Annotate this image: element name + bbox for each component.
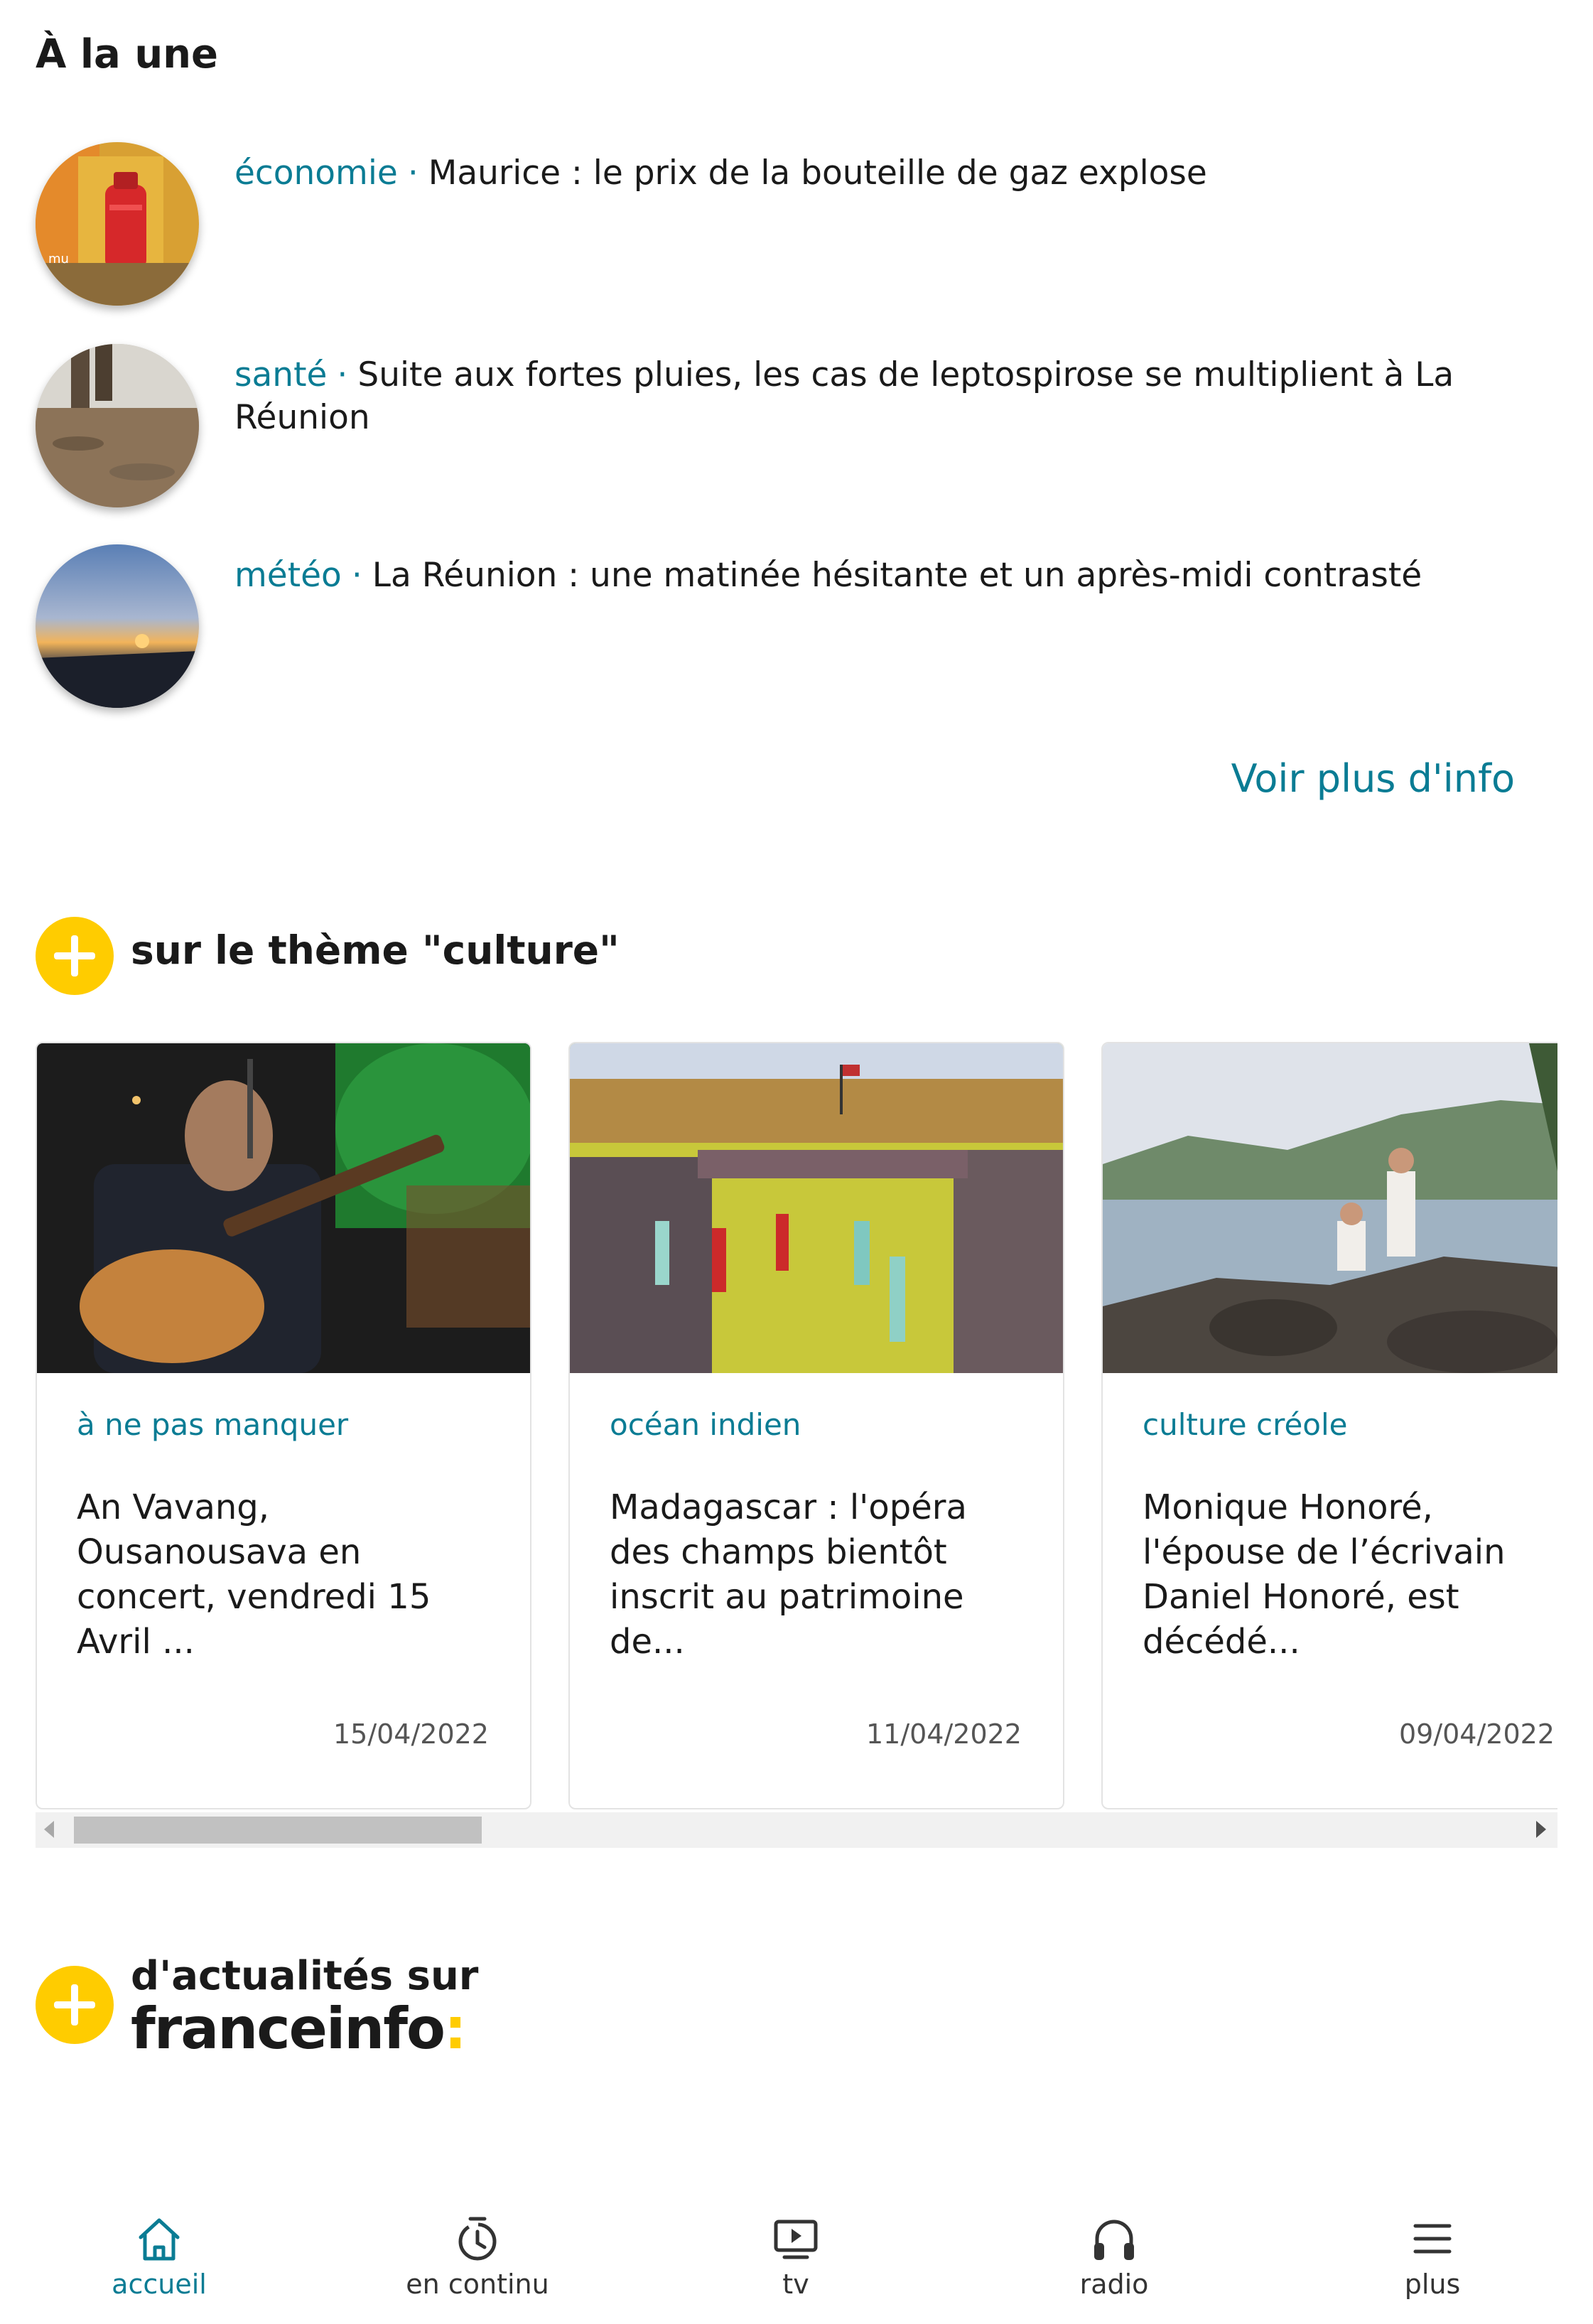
card-image-seaside-couple[interactable] [1103, 1043, 1557, 1373]
culture-carousel[interactable]: à ne pas manquer An Vavang, Ousanousava … [36, 1042, 1557, 1809]
article-headline-row[interactable]: santé · Suite aux fortes pluies, les cas d… [234, 354, 1478, 439]
tv-play-icon [774, 2220, 818, 2259]
nav-label: plus [1404, 2269, 1461, 2300]
home-icon [139, 2218, 180, 2261]
article-card[interactable]: océan indien Madagascar : l'opéra des ch… [568, 1042, 1064, 1809]
nav-item-accueil[interactable]: accueil [53, 2189, 266, 2324]
nav-label: tv [782, 2269, 809, 2300]
bottom-navigation: accueil en continu tv radio plus [0, 2189, 1593, 2324]
article-category[interactable]: santé [234, 355, 327, 394]
nav-label: radio [1079, 2269, 1149, 2300]
separator-dot: · [351, 556, 362, 595]
nav-item-plus[interactable]: plus [1326, 2189, 1539, 2324]
section-title-culture: sur le thème "culture" [131, 927, 620, 973]
carousel-scrollbar[interactable] [36, 1812, 1557, 1848]
card-image-madagascar-dance[interactable] [570, 1043, 1063, 1373]
card-title[interactable]: An Vavang, Ousanousava en concert, vendr… [77, 1485, 496, 1664]
article-thumbnail-gas-bottle[interactable]: mu [36, 142, 199, 306]
scroll-left-arrow-icon[interactable] [44, 1821, 54, 1838]
card-category[interactable]: culture créole [1143, 1407, 1347, 1442]
plus-icon [36, 917, 114, 995]
card-category[interactable]: à ne pas manquer [77, 1407, 348, 1442]
article-headline-row[interactable]: économie · Maurice : le prix de la bouteil… [234, 152, 1478, 195]
svg-text:mu: mu [48, 252, 69, 267]
nav-item-en-continu[interactable]: en continu [371, 2189, 584, 2324]
article-headline-row[interactable]: météo · La Réunion : une matinée hésitante… [234, 554, 1478, 597]
article-thumbnail-sunset[interactable] [36, 544, 199, 708]
voir-plus-link[interactable]: Voir plus d'info [1231, 756, 1515, 801]
list-item[interactable]: mu économie · Maurice : le prix de la bout… [36, 142, 1528, 313]
timer-icon [458, 2217, 497, 2261]
headphones-icon [1094, 2220, 1134, 2260]
nav-label: en continu [406, 2269, 549, 2300]
section-title-a-la-une: À la une [36, 31, 219, 77]
nav-item-tv[interactable]: tv [689, 2189, 902, 2324]
list-item[interactable]: santé · Suite aux fortes pluies, les cas d… [36, 344, 1528, 515]
card-image-concert[interactable] [37, 1043, 530, 1373]
article-category[interactable]: météo [234, 556, 342, 595]
plus-icon [36, 1966, 114, 2044]
article-card[interactable]: culture créole Monique Honoré, l'épouse … [1101, 1042, 1557, 1809]
card-category[interactable]: océan indien [610, 1407, 801, 1442]
franceinfo-logo-text: franceinfo [131, 1996, 446, 2062]
card-title[interactable]: Madagascar : l'opéra des champs bientôt … [610, 1485, 1029, 1664]
scrollbar-thumb[interactable] [74, 1817, 482, 1844]
separator-dot: · [337, 355, 348, 394]
franceinfo-logo[interactable]: franceinfo: [131, 1996, 467, 2062]
article-headline[interactable]: La Réunion : une matinée hésitante et un… [372, 556, 1422, 595]
article-card[interactable]: à ne pas manquer An Vavang, Ousanousava … [36, 1042, 531, 1809]
card-date: 09/04/2022 [1398, 1718, 1555, 1750]
separator-dot: · [407, 154, 418, 193]
nav-label: accueil [112, 2269, 207, 2300]
scroll-right-arrow-icon[interactable] [1536, 1821, 1546, 1838]
nav-item-radio[interactable]: radio [1008, 2189, 1221, 2324]
card-date: 11/04/2022 [865, 1718, 1022, 1750]
card-title[interactable]: Monique Honoré, l'épouse de l’écrivain D… [1143, 1485, 1557, 1664]
article-headline[interactable]: Suite aux fortes pluies, les cas de lept… [234, 355, 1454, 437]
article-category[interactable]: économie [234, 154, 398, 193]
section-title-actualites: d'actualités sur [131, 1953, 479, 1999]
franceinfo-logo-colon: : [444, 1996, 467, 2062]
card-date: 15/04/2022 [333, 1718, 489, 1750]
article-headline[interactable]: Maurice : le prix de la bouteille de gaz… [428, 154, 1207, 193]
article-thumbnail-muddy-ground[interactable] [36, 344, 199, 507]
menu-icon [1413, 2224, 1452, 2254]
list-item[interactable]: météo · La Réunion : une matinée hésitante… [36, 544, 1528, 715]
